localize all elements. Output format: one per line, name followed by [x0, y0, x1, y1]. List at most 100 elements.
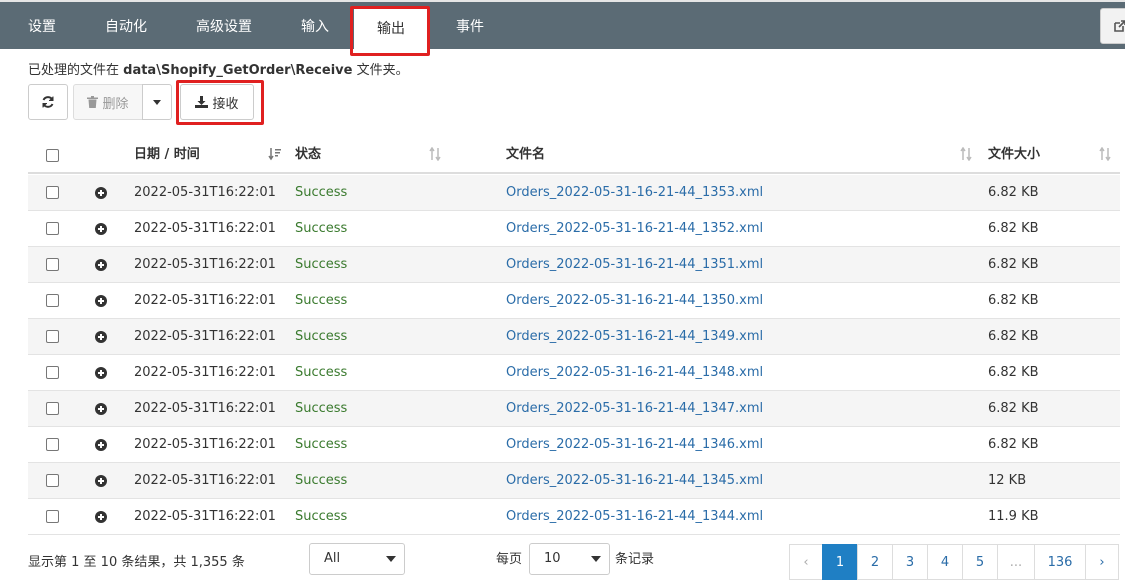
table-row[interactable]: 2022-05-31T16:22:01 Success Orders_2022-05… [28, 283, 1120, 319]
row-filesize: 6.82 KB [988, 257, 1039, 272]
per-page-suffix: 条记录 [615, 552, 655, 567]
tab-automation[interactable]: 自动化 [90, 2, 162, 49]
row-checkbox[interactable] [46, 330, 59, 343]
row-filename-link[interactable]: Orders_2022-05-31-16-21-44_1345.xml [506, 463, 763, 499]
row-filename-link[interactable]: Orders_2022-05-31-16-21-44_1344.xml [506, 499, 763, 535]
expand-row-icon[interactable] [95, 439, 107, 451]
row-filename-link[interactable]: Orders_2022-05-31-16-21-44_1352.xml [506, 211, 763, 247]
header-status[interactable]: 状态 [295, 137, 321, 173]
row-filesize: 6.82 KB [988, 365, 1039, 380]
row-status: Success [295, 257, 348, 272]
tab-input[interactable]: 输入 [286, 2, 344, 49]
row-filesize: 12 KB [988, 473, 1027, 488]
row-checkbox[interactable] [46, 294, 59, 307]
expand-row-icon[interactable] [95, 331, 107, 343]
sort-icon[interactable] [959, 147, 973, 161]
row-datetime: 2022-05-31T16:22:01 [134, 293, 276, 308]
row-filesize: 6.82 KB [988, 221, 1039, 236]
row-checkbox[interactable] [46, 222, 59, 235]
download-icon [195, 96, 209, 108]
pagination-prev[interactable]: ‹ [789, 544, 823, 580]
table-row[interactable]: 2022-05-31T16:22:01 Success Orders_2022-05… [28, 319, 1120, 355]
tab-events[interactable]: 事件 [440, 2, 500, 49]
row-filename-link[interactable]: Orders_2022-05-31-16-21-44_1350.xml [506, 283, 763, 319]
tab-output[interactable]: 输出 [354, 6, 428, 51]
delete-button[interactable]: 删除 [73, 84, 143, 120]
expand-row-icon[interactable] [95, 511, 107, 523]
row-datetime: 2022-05-31T16:22:01 [134, 509, 276, 524]
row-filename-link[interactable]: Orders_2022-05-31-16-21-44_1347.xml [506, 391, 763, 427]
row-checkbox[interactable] [46, 510, 59, 523]
table-row[interactable]: 2022-05-31T16:22:01 Success Orders_2022-05… [28, 463, 1120, 499]
chevron-down-icon [591, 556, 601, 562]
expand-row-icon[interactable] [95, 403, 107, 415]
table-row[interactable]: 2022-05-31T16:22:01 Success Orders_2022-05… [28, 211, 1120, 247]
row-filename-link[interactable]: Orders_2022-05-31-16-21-44_1346.xml [506, 427, 763, 463]
select-all-checkbox[interactable] [46, 149, 59, 162]
table-row[interactable]: 2022-05-31T16:22:01 Success Orders_2022-05… [28, 175, 1120, 211]
table-row[interactable]: 2022-05-31T16:22:01 Success Orders_2022-05… [28, 355, 1120, 391]
row-filesize: 6.82 KB [988, 437, 1039, 452]
pagination-page-2[interactable]: 2 [857, 544, 893, 580]
row-filename-link[interactable]: Orders_2022-05-31-16-21-44_1348.xml [506, 355, 763, 391]
row-datetime: 2022-05-31T16:22:01 [134, 221, 276, 236]
pagination-page-5[interactable]: 5 [962, 544, 998, 580]
pagination-page-1[interactable]: 1 [822, 544, 858, 580]
per-page-prefix: 每页 [496, 552, 523, 567]
header-filename[interactable]: 文件名 [506, 137, 545, 173]
row-filename-link[interactable]: Orders_2022-05-31-16-21-44_1351.xml [506, 247, 763, 283]
pagination-next[interactable]: › [1085, 544, 1119, 580]
row-status: Success [295, 329, 348, 344]
per-page-select[interactable]: 10 [529, 543, 610, 575]
table-row[interactable]: 2022-05-31T16:22:01 Success Orders_2022-05… [28, 247, 1120, 283]
row-checkbox[interactable] [46, 474, 59, 487]
pagination-page-4[interactable]: 4 [927, 544, 963, 580]
row-filename-link[interactable]: Orders_2022-05-31-16-21-44_1353.xml [506, 175, 763, 211]
table-header: 日期 / 时间 状态 文件名 文件大小 [28, 137, 1120, 174]
per-page-value: 10 [544, 551, 561, 566]
status-filter-value: All [324, 551, 341, 566]
row-status: Success [295, 293, 348, 308]
external-link-button[interactable] [1100, 8, 1125, 44]
receive-button[interactable]: 接收 [180, 84, 254, 120]
row-checkbox[interactable] [46, 186, 59, 199]
chevron-down-icon [153, 99, 161, 105]
delete-options-dropdown[interactable] [142, 84, 172, 120]
header-filesize[interactable]: 文件大小 [988, 137, 1040, 173]
row-checkbox[interactable] [46, 402, 59, 415]
sort-icon[interactable] [428, 147, 442, 161]
expand-row-icon[interactable] [95, 475, 107, 487]
table-row[interactable]: 2022-05-31T16:22:01 Success Orders_2022-05… [28, 391, 1120, 427]
row-status: Success [295, 185, 348, 200]
row-filename-link[interactable]: Orders_2022-05-31-16-21-44_1349.xml [506, 319, 763, 355]
delete-label: 删除 [102, 96, 129, 112]
expand-row-icon[interactable] [95, 223, 107, 235]
tab-settings[interactable]: 设置 [14, 2, 70, 49]
row-checkbox[interactable] [46, 258, 59, 271]
table-row[interactable]: 2022-05-31T16:22:01 Success Orders_2022-05… [28, 427, 1120, 463]
row-checkbox[interactable] [46, 438, 59, 451]
table-row[interactable]: 2022-05-31T16:22:01 Success Orders_2022-05… [28, 499, 1120, 535]
refresh-button[interactable] [28, 84, 68, 120]
row-status: Success [295, 365, 348, 380]
row-filesize: 6.82 KB [988, 293, 1039, 308]
info-path: data\Shopify_GetOrder\Receive [123, 63, 353, 78]
row-datetime: 2022-05-31T16:22:01 [134, 365, 276, 380]
row-status: Success [295, 437, 348, 452]
expand-row-icon[interactable] [95, 187, 107, 199]
header-datetime[interactable]: 日期 / 时间 [134, 137, 200, 173]
row-filesize: 11.9 KB [988, 509, 1039, 524]
row-status: Success [295, 509, 348, 524]
status-filter-select[interactable]: All [309, 543, 405, 575]
sort-icon[interactable] [1098, 147, 1112, 161]
expand-row-icon[interactable] [95, 259, 107, 271]
tab-advanced-settings[interactable]: 高级设置 [182, 2, 266, 49]
info-prefix: 已处理的文件在 [28, 63, 124, 78]
expand-row-icon[interactable] [95, 295, 107, 307]
pagination-page-3[interactable]: 3 [892, 544, 928, 580]
expand-row-icon[interactable] [95, 367, 107, 379]
sort-desc-icon[interactable] [268, 147, 282, 161]
pagination-page-last[interactable]: 136 [1034, 544, 1086, 580]
row-checkbox[interactable] [46, 366, 59, 379]
row-status: Success [295, 473, 348, 488]
